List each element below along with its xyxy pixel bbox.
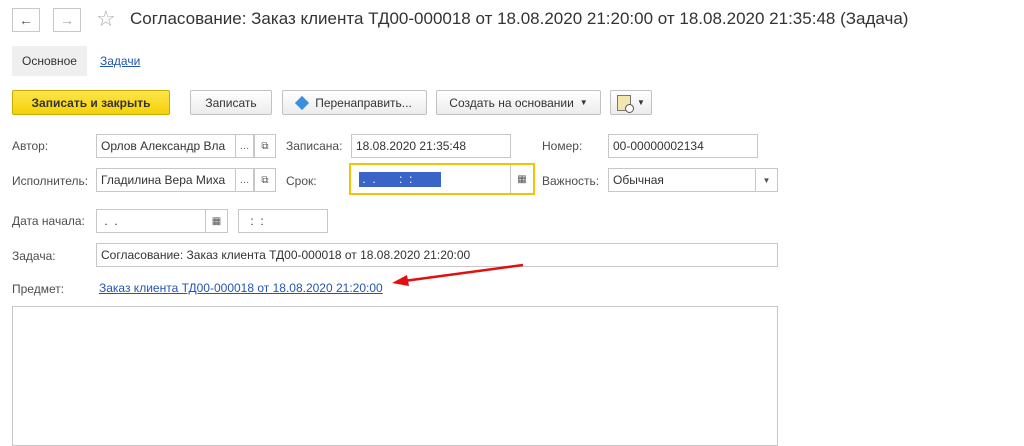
written-label: Записана: (286, 139, 343, 153)
print-icon (617, 94, 635, 113)
written-field: 18.08.2020 21:35:48 (351, 134, 511, 158)
save-close-button[interactable]: Записать и закрыть (12, 90, 170, 115)
arrow-right-icon: → (60, 12, 74, 28)
start-date-field[interactable]: . . (96, 209, 206, 233)
number-label: Номер: (542, 139, 583, 153)
author-field[interactable]: Орлов Александр Вла (96, 134, 236, 158)
author-open-button[interactable]: ⧉ (254, 134, 276, 158)
start-date-calendar-button[interactable]: ▦ (206, 209, 228, 233)
arrow-left-icon: ← (19, 12, 33, 28)
deadline-value: . . : : (359, 172, 441, 187)
subject-label: Предмет: (12, 282, 65, 296)
redirect-icon (295, 95, 310, 110)
importance-select[interactable]: Обычная (608, 168, 756, 192)
print-button[interactable]: ▼ (610, 90, 652, 115)
chevron-down-icon: ▼ (579, 98, 588, 107)
forward-button[interactable]: → (53, 8, 81, 32)
tab-tasks[interactable]: Задачи (90, 46, 150, 76)
redirect-button[interactable]: Перенаправить... (282, 90, 427, 115)
annotation-arrow (392, 263, 524, 286)
task-label: Задача: (12, 249, 56, 263)
tab-main[interactable]: Основное (12, 46, 87, 76)
chevron-down-icon: ▼ (637, 98, 645, 107)
ellipsis-icon: … (239, 140, 250, 152)
save-button[interactable]: Записать (190, 90, 272, 115)
importance-label: Важность: (542, 174, 600, 188)
start-date-label: Дата начала: (12, 214, 85, 228)
open-icon: ⧉ (261, 174, 269, 186)
chevron-down-icon: ▼ (762, 175, 771, 185)
deadline-label: Срок: (286, 174, 317, 188)
executor-select-button[interactable]: … (236, 168, 254, 192)
number-field[interactable]: 00-00000002134 (608, 134, 758, 158)
subject-link[interactable]: Заказ клиента ТД00-000018 от 18.08.2020 … (99, 281, 383, 295)
create-based-label: Создать на основании (449, 95, 574, 110)
back-button[interactable]: ← (12, 8, 40, 32)
executor-field[interactable]: Гладилина Вера Миха (96, 168, 236, 192)
executor-label: Исполнитель: (12, 174, 89, 188)
executor-open-button[interactable]: ⧉ (254, 168, 276, 192)
author-select-button[interactable]: … (236, 134, 254, 158)
create-based-button[interactable]: Создать на основании ▼ (436, 90, 601, 115)
importance-dropdown-button[interactable]: ▼ (756, 168, 778, 192)
author-label: Автор: (12, 139, 49, 153)
ellipsis-icon: … (239, 174, 250, 186)
star-icon[interactable]: ☆ (96, 6, 116, 32)
start-time-field[interactable]: : : (238, 209, 328, 233)
page-title: Согласование: Заказ клиента ТД00-000018 … (130, 9, 909, 28)
description-textarea[interactable] (12, 306, 778, 446)
calendar-icon[interactable]: ▦ (510, 165, 533, 193)
open-icon: ⧉ (261, 140, 269, 152)
redirect-label: Перенаправить... (315, 95, 412, 110)
calendar-icon: ▦ (211, 215, 222, 227)
deadline-field[interactable]: . . : : ▦ (349, 163, 535, 195)
